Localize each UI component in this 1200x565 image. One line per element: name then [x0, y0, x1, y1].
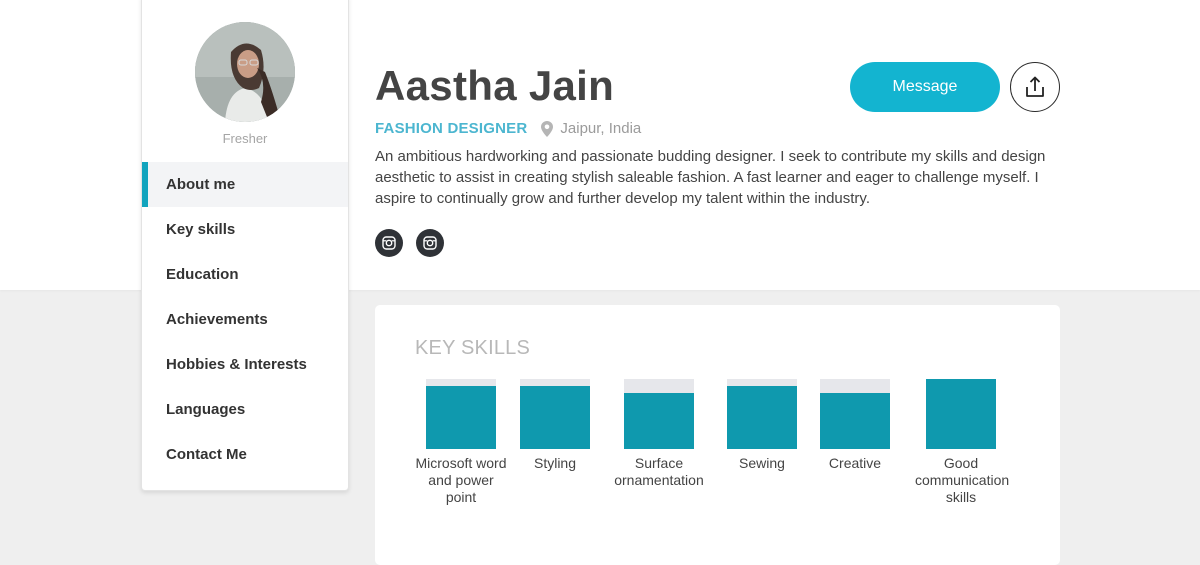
skill-label: Good communication skills	[915, 455, 1010, 505]
social-links	[375, 229, 444, 257]
share-button[interactable]	[1010, 62, 1060, 112]
sidebar-nav: About me Key skills Education Achievemen…	[142, 162, 348, 477]
avatar-photo	[195, 22, 295, 122]
instagram-icon[interactable]	[416, 229, 444, 257]
instagram-icon[interactable]	[375, 229, 403, 257]
skill-level-bar	[727, 379, 797, 449]
skill-label: Styling	[533, 455, 577, 471]
profile-subline: FASHION DESIGNER Jaipur, India	[375, 120, 641, 137]
skill-level-fill	[926, 379, 996, 449]
avatar	[195, 22, 295, 122]
profile-location: Jaipur, India	[560, 120, 642, 137]
key-skills-title: KEY SKILLS	[415, 337, 531, 359]
sidebar-item-achievements[interactable]: Achievements	[142, 297, 348, 342]
profile-role: FASHION DESIGNER	[375, 120, 528, 137]
experience-level: Fresher	[222, 131, 268, 146]
sidebar-item-key-skills[interactable]: Key skills	[142, 207, 348, 252]
key-skills-card: KEY SKILLS Microsoft word and power poin…	[375, 305, 1060, 565]
sidebar-item-education[interactable]: Education	[142, 252, 348, 297]
sidebar-item-about-me[interactable]: About me	[142, 162, 348, 207]
skill-level-fill	[820, 393, 890, 449]
skill-level-fill	[624, 393, 694, 449]
skill-item-creative: Creative	[795, 379, 915, 472]
profile-sidebar: Fresher About me Key skills Education Ac…	[141, 0, 349, 491]
message-button[interactable]: Message	[850, 62, 1000, 112]
skill-level-bar	[820, 379, 890, 449]
share-upload-icon	[1026, 76, 1044, 97]
profile-bio: An ambitious hardworking and passionate …	[375, 148, 1046, 207]
skill-label: Creative	[828, 455, 882, 471]
skill-level-fill	[727, 386, 797, 449]
sidebar-item-languages[interactable]: Languages	[142, 387, 348, 432]
sidebar-item-hobbies-interests[interactable]: Hobbies & Interests	[142, 342, 348, 387]
skill-level-bar	[926, 379, 996, 449]
skill-level-bar	[520, 379, 590, 449]
skill-item-styling: Styling	[495, 379, 615, 472]
skill-item-communication: Good communication skills	[901, 379, 1021, 506]
profile-name: Aastha Jain	[375, 62, 615, 109]
location-pin-icon	[541, 120, 554, 137]
skill-level-bar	[426, 379, 496, 449]
skill-level-fill	[520, 386, 590, 449]
skill-level-fill	[426, 386, 496, 449]
skill-level-bar	[624, 379, 694, 449]
sidebar-item-contact-me[interactable]: Contact Me	[142, 432, 348, 477]
